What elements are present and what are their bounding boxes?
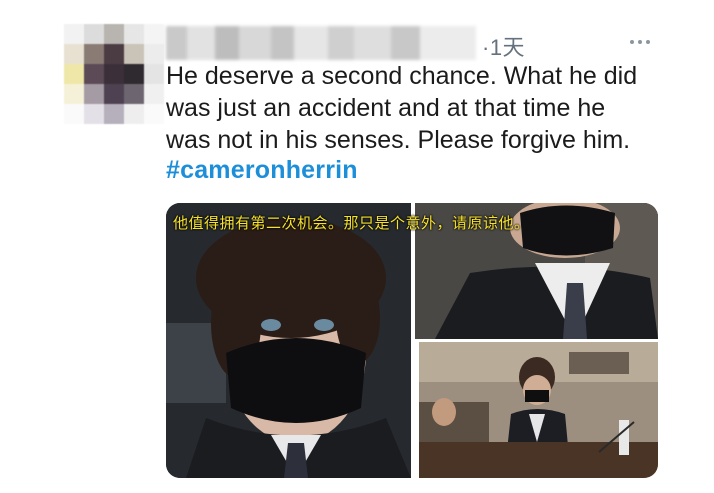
photo-courtroom-wide[interactable] [419,342,658,478]
tweet-timestamp[interactable]: ·1天 [482,30,525,62]
tweet-media-grid [166,203,658,478]
tweet-text: He deserve a second chance. What he did … [166,62,638,154]
photo-portrait-closeup[interactable] [166,203,411,478]
hashtag-link[interactable]: #cameronherrin [166,156,358,185]
username-blurred[interactable] [166,26,476,60]
more-horizontal-icon[interactable] [630,40,650,44]
chinese-subtitle-overlay: 他值得拥有第二次机会。那只是个意外，请原谅他。 [173,214,530,232]
avatar[interactable] [64,24,164,124]
